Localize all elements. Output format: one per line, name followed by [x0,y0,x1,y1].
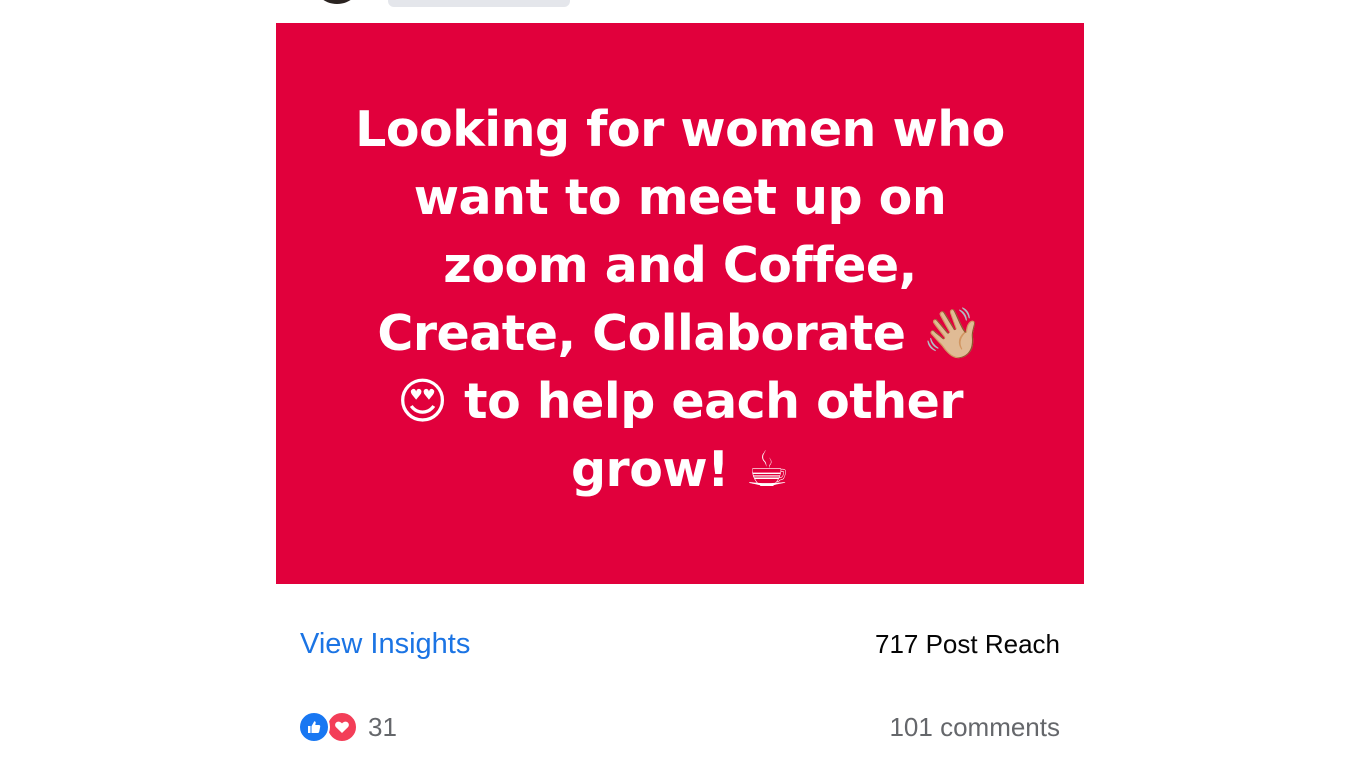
love-icon [326,711,358,743]
author-avatar[interactable] [312,0,362,4]
like-icon [298,711,330,743]
insights-row: View Insights 717 Post Reach [300,624,1060,664]
post-image-text: Looking for women who want to meet up on… [355,100,1005,498]
reactions-row: 31 101 comments [298,707,1060,747]
post-image[interactable]: Looking for women who want to meet up on… [276,23,1084,584]
header-chip [388,0,570,7]
view-insights-link[interactable]: View Insights [300,624,470,664]
reaction-count[interactable]: 31 [368,707,397,747]
post-view: Looking for women who want to meet up on… [0,0,1362,768]
comments-count[interactable]: 101 comments [889,707,1060,747]
post-reach: 717 Post Reach [874,629,1060,659]
reaction-icons[interactable] [298,711,362,743]
